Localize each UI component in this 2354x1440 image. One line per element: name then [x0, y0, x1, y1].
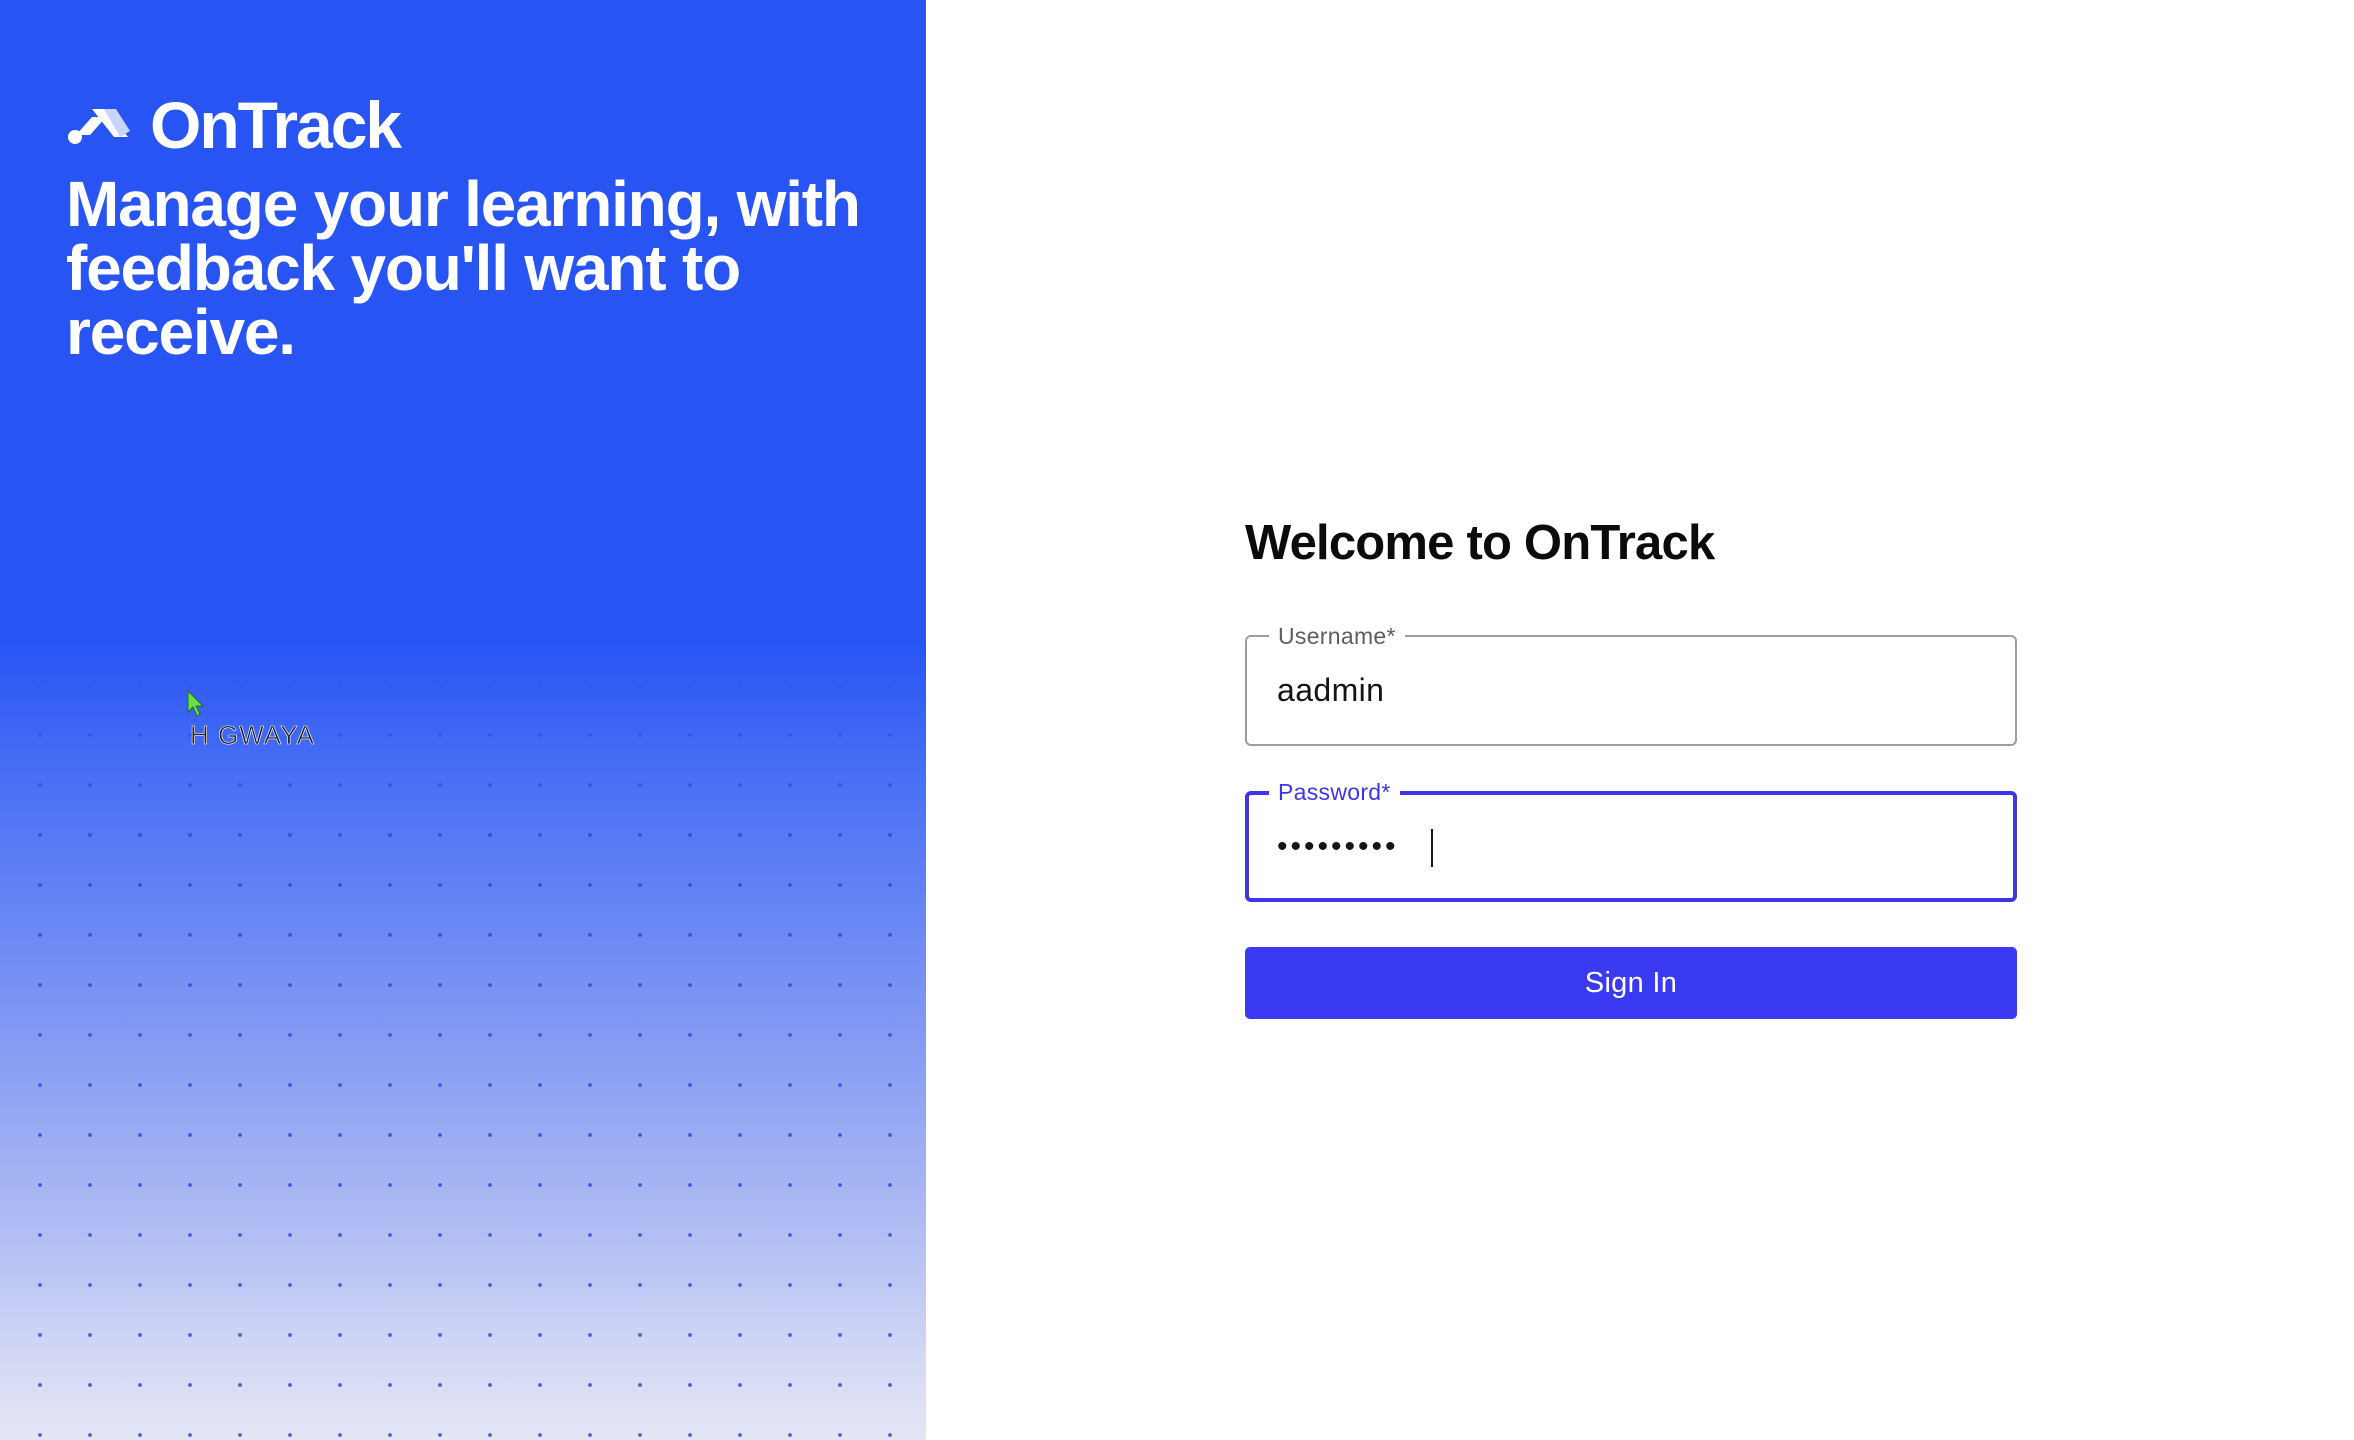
mouse-cursor-icon — [187, 689, 207, 723]
login-page: OnTrack Manage your learning, with feedb… — [0, 0, 2354, 1440]
brand-name: OnTrack — [150, 88, 402, 162]
brand-logo: OnTrack — [66, 88, 402, 162]
sign-in-button[interactable]: Sign In — [1245, 947, 2017, 1019]
page-title: Welcome to OnTrack — [1245, 516, 1715, 570]
username-field[interactable]: Username* — [1245, 623, 2017, 746]
hero-tagline: Manage your learning, with feedback you'… — [66, 168, 861, 368]
login-form: Welcome to OnTrack Username* Password* S… — [1245, 513, 2017, 1019]
ontrack-logo-icon — [66, 103, 136, 147]
dot-pattern — [0, 640, 926, 1440]
text-caret — [1431, 829, 1433, 867]
password-field[interactable]: Password* — [1245, 779, 2017, 902]
cursor-label: H GWAYA — [190, 720, 315, 751]
hero-panel: OnTrack Manage your learning, with feedb… — [0, 0, 926, 1440]
login-panel: Welcome to OnTrack Username* Password* S… — [926, 0, 2354, 1440]
password-input[interactable] — [1277, 795, 1977, 898]
username-input[interactable] — [1277, 637, 1977, 744]
